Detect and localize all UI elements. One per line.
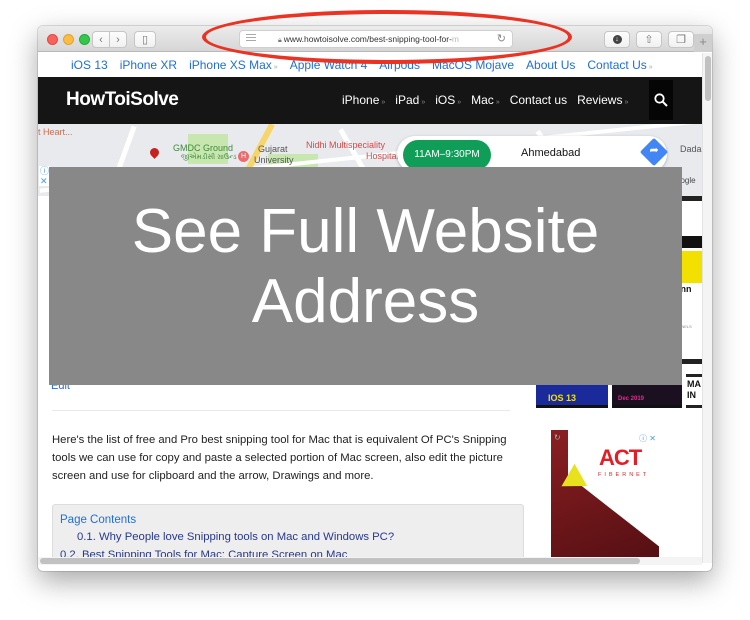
main-nav-item[interactable]: Mac» [471, 93, 500, 107]
browser-toolbar: ‹ › ▯ 🔒︎ www.howtoisolve.com/best-snippin… [38, 26, 712, 52]
map-label: જીએમડીસી ગ્રાઉન્ડ [181, 154, 237, 161]
top-menu-item[interactable]: Airpods [379, 58, 420, 72]
top-menu-item[interactable]: Apple Watch 4 [290, 58, 368, 72]
map-label: Gujarat [258, 144, 288, 154]
minimize-window-button[interactable] [63, 34, 74, 45]
map-label: Dada [680, 144, 702, 154]
dropdown-arrow-icon: » [381, 99, 386, 106]
site-logo[interactable]: HowToiSolve [66, 89, 179, 111]
dropdown-arrow-icon: » [648, 63, 653, 71]
main-nav-item[interactable]: Contact us [510, 93, 567, 107]
plus-icon: + [699, 34, 707, 49]
caption-overlay: See Full Website Address [49, 167, 682, 385]
map-label: Hospital [366, 151, 399, 161]
address-bar[interactable]: 🔒︎ www.howtoisolve.com/best-snipping-tool… [239, 30, 513, 48]
main-nav-item[interactable]: iPhone» [342, 93, 385, 107]
top-menu-item[interactable]: iPhone XR [120, 58, 177, 72]
share-button[interactable]: ⇧ [636, 31, 662, 48]
downloads-button[interactable]: ↓ [604, 31, 630, 48]
vertical-scrollbar[interactable] [702, 53, 712, 563]
dropdown-arrow-icon: » [273, 63, 278, 71]
main-nav-item[interactable]: Reviews» [577, 93, 628, 107]
map-label: GMDC Ground [173, 143, 234, 153]
url-text: 🔒︎ www.howtoisolve.com/best-snipping-tool… [278, 34, 460, 44]
search-icon [654, 93, 668, 107]
main-nav-item[interactable]: iPad» [395, 93, 425, 107]
vertical-scroll-thumb[interactable] [705, 56, 711, 101]
ad-choices-icon[interactable]: ⓘ ✕ [639, 433, 656, 444]
directions-icon: ➦ [649, 144, 659, 157]
sidebar-thumb-label: Dec 2019 [618, 396, 645, 402]
download-icon: ↓ [612, 35, 622, 44]
top-menu-item[interactable]: iOS 13 [71, 58, 108, 72]
lock-icon: 🔒︎ [278, 37, 282, 44]
reader-icon[interactable] [246, 34, 256, 44]
city-label: Ahmedabad [521, 147, 581, 159]
act-fibernet-ad[interactable]: ACT FIBERNET ↻ ⓘ ✕ Get 100 Mbps & 500 GB [551, 430, 659, 563]
dropdown-arrow-icon: » [495, 99, 500, 106]
ad-info-icon[interactable]: ⓘ [40, 166, 49, 176]
horizontal-scroll-thumb[interactable] [40, 558, 640, 564]
sidebar-thumb-label: IN [687, 390, 696, 400]
ad-brand: ACT [599, 445, 642, 470]
toc-item[interactable]: 0.1. Why People love Snipping tools on M… [77, 531, 394, 543]
show-tabs-button[interactable]: ❐ [668, 31, 694, 48]
top-menu-item[interactable]: About Us [526, 58, 575, 72]
hours-badge: 11AM–9:30PM [403, 140, 491, 170]
search-button[interactable] [649, 80, 673, 120]
dropdown-arrow-icon: » [457, 99, 462, 106]
directions-button[interactable]: ➦ [639, 137, 669, 167]
forward-button[interactable]: › [109, 31, 127, 48]
zoom-window-button[interactable] [79, 34, 90, 45]
top-menu-item[interactable]: MacOS Mojave [432, 58, 514, 72]
top-menu: iOS 13 iPhone XR iPhone XS Max» Apple Watch… [38, 53, 702, 76]
horizontal-scrollbar[interactable] [38, 557, 702, 565]
ad-subbrand: FIBERNET [598, 472, 650, 478]
site-header: HowToiSolve iPhone» iPad» iOS» Mac» Contact … [38, 77, 702, 124]
caption-line-1: See Full Website [131, 197, 600, 266]
map-label: University [254, 155, 294, 165]
map-pin-icon [148, 146, 161, 159]
toc-title[interactable]: Page Contents [60, 514, 136, 526]
chevron-left-icon: ‹ [99, 33, 103, 46]
chevron-right-icon: › [116, 33, 120, 46]
table-of-contents: Page Contents 0.1. Why People love Snipp… [52, 504, 524, 563]
top-menu-item[interactable]: iPhone XS Max» [189, 58, 278, 72]
map-label: Nidhi Multispeciality [306, 140, 386, 150]
main-nav: iPhone» iPad» iOS» Mac» Contact us Reviews» [342, 93, 628, 107]
sidebar-toggle-button[interactable]: ▯ [134, 31, 156, 48]
new-tab-button[interactable]: + [694, 34, 712, 52]
hospital-marker-icon: H [238, 151, 249, 162]
top-menu-item[interactable]: Contact Us» [587, 58, 652, 72]
sidebar-thumb-label: MA [687, 379, 701, 389]
ad-refresh-icon: ↻ [554, 433, 561, 442]
share-icon: ⇧ [644, 34, 654, 46]
caption-line-2: Address [251, 267, 480, 336]
sidebar-thumbnail[interactable]: MA IN [686, 374, 702, 408]
dropdown-arrow-icon: » [624, 99, 629, 106]
sidebar-icon: ▯ [141, 34, 149, 46]
intro-paragraph: Here's the list of free and Pro best sni… [52, 434, 507, 482]
ad-close-icon[interactable]: ✕ [40, 176, 49, 186]
main-nav-item[interactable]: iOS» [435, 93, 461, 107]
sidebar-thumb-label: IOS 13 [548, 393, 577, 403]
close-window-button[interactable] [47, 34, 58, 45]
divider [52, 410, 510, 411]
back-button[interactable]: ‹ [92, 31, 110, 48]
reload-icon[interactable]: ↻ [497, 32, 506, 45]
tabs-icon: ❐ [676, 34, 686, 46]
dropdown-arrow-icon: » [421, 99, 426, 106]
map-label: t Heart... [38, 127, 73, 137]
